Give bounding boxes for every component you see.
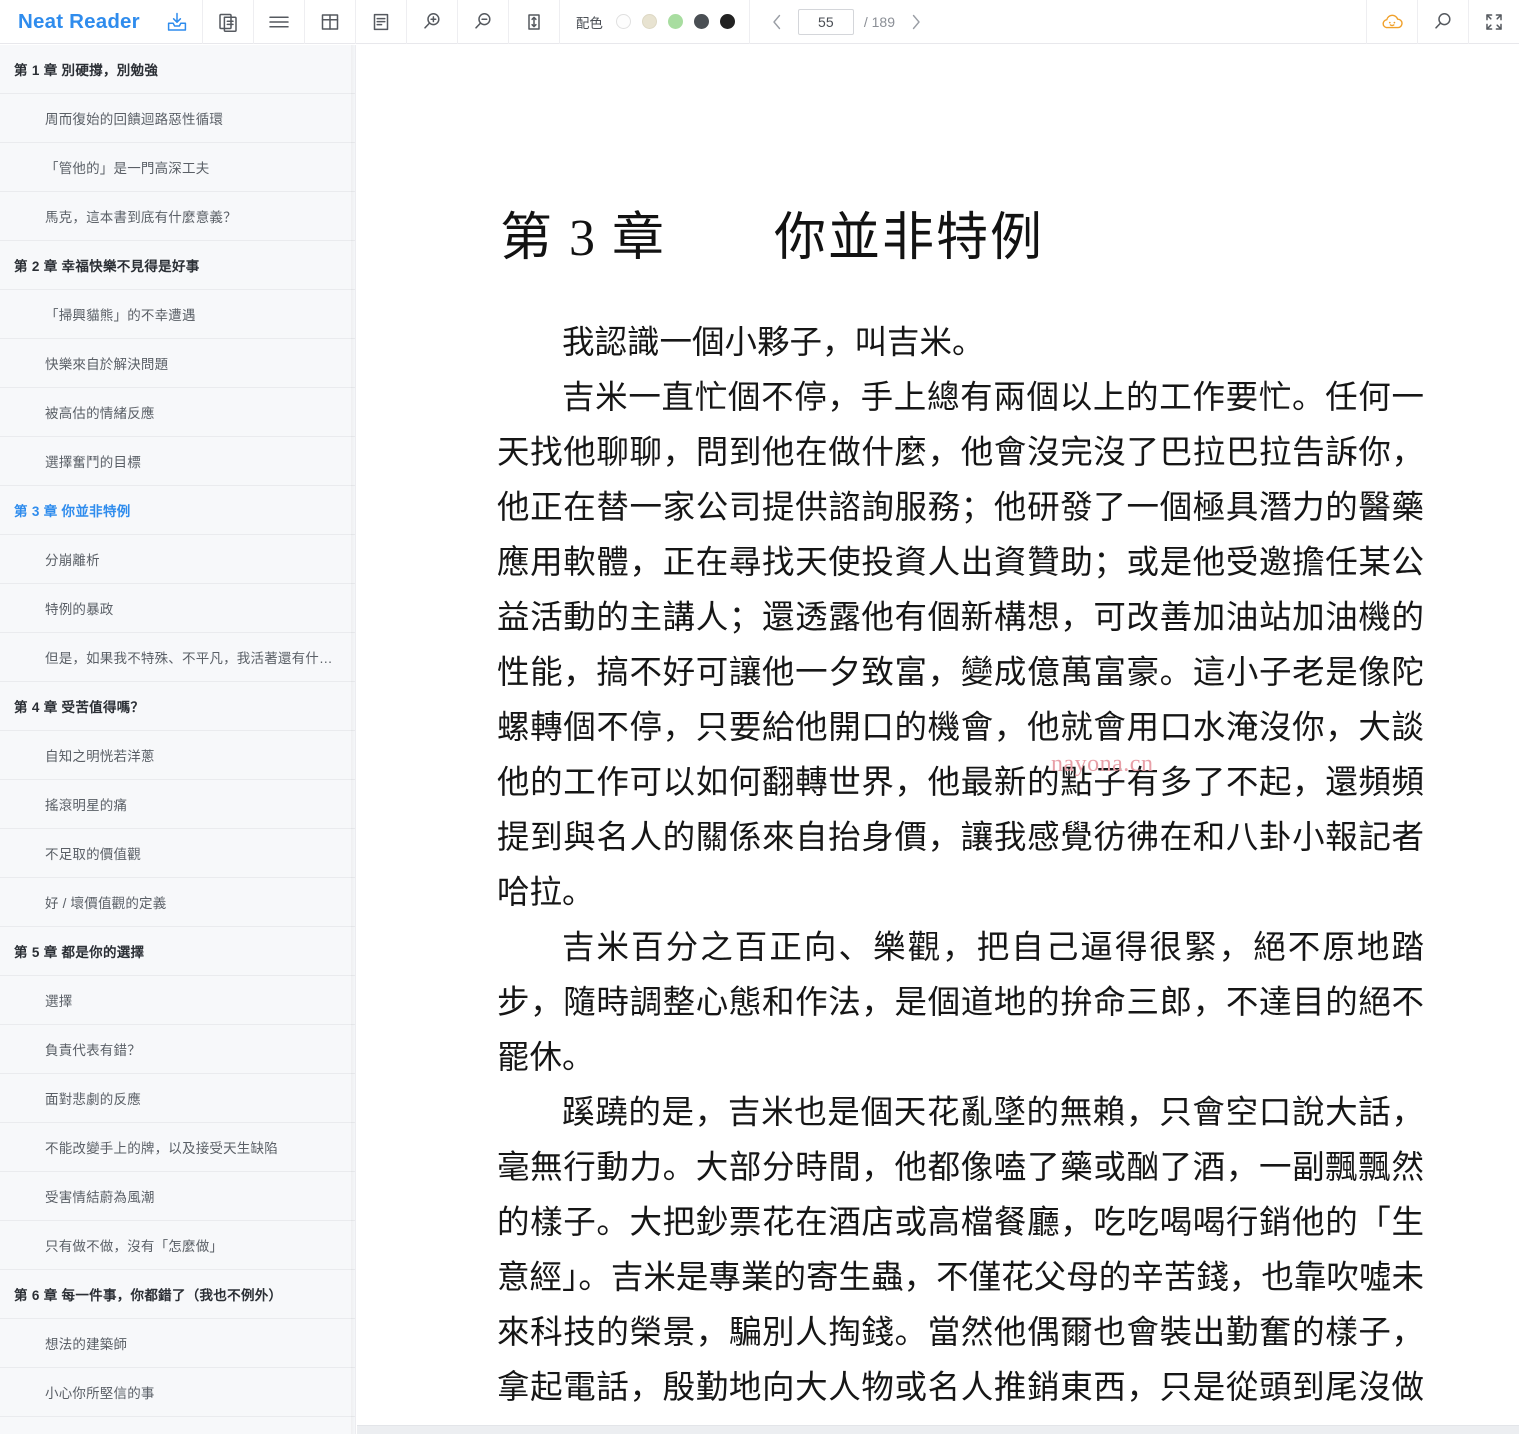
toc-item-label: 想法的建築師 — [45, 1337, 128, 1352]
scheme-white[interactable] — [615, 14, 631, 29]
toc-item-label: 快樂來自於解決問題 — [45, 357, 169, 372]
toc-item-label: 不能改變手上的牌，以及接受天生缺陷 — [45, 1141, 278, 1156]
body-paragraph: 我認識一個小夥子，叫吉米。 — [562, 325, 985, 361]
line-height-icon[interactable] — [509, 0, 559, 44]
toc-sub-item[interactable]: 負責代表有錯？ — [0, 1025, 355, 1074]
horizontal-scrollbar-track[interactable] — [357, 1425, 1519, 1434]
toc-sub-item[interactable]: 不足取的價值觀 — [0, 829, 355, 878]
scheme-dark-gray[interactable] — [693, 14, 709, 29]
color-scheme-label: 配色 — [575, 15, 603, 31]
toc-sub-item[interactable]: 想法的建築師 — [0, 1319, 355, 1368]
toc-sub-item[interactable]: 馬克，這本書到底有什麼意義？ — [0, 192, 355, 241]
total-pages-label: / 189 — [863, 13, 895, 30]
body-paragraph: 吉米一直忙個不停，手上總有兩個以上的工作要忙。任何一天找他聊聊，問到他在做什麼，… — [497, 380, 1424, 911]
toc-item-label: 不足取的價值觀 — [45, 847, 141, 862]
next-page-button[interactable] — [905, 9, 927, 35]
toc-sub-item[interactable]: 只有做不做，沒有「怎麼做」 — [0, 1221, 355, 1270]
toc-item-label: 只有做不做，沒有「怎麼做」 — [45, 1239, 224, 1254]
toc-item-label: 周而復始的回饋迴路惡性循環 — [45, 112, 224, 127]
app-title: Neat Reader — [18, 9, 140, 33]
zoom-in-icon[interactable] — [407, 0, 457, 44]
toc-sub-item[interactable]: 小心你所堅信的事 — [0, 1368, 355, 1417]
toc-item-label: 負責代表有錯？ — [45, 1043, 141, 1058]
zoom-out-icon[interactable] — [458, 0, 508, 44]
toc-item-label: 被高估的情緒反應 — [45, 406, 155, 421]
toc-chapter-item[interactable]: 第 3 章 你並非特例 — [0, 486, 355, 535]
table-of-contents-sidebar[interactable]: 第 1 章 別硬撐，別勉強周而復始的回饋迴路惡性循環 「管他的」是一門高深工夫馬克… — [0, 45, 356, 1434]
toc-sub-item[interactable]: 特例的暴政 — [0, 584, 355, 633]
toc-item-label: 特例的暴政 — [45, 602, 114, 617]
scheme-cream[interactable] — [641, 14, 657, 29]
color-scheme-picker: 配色 — [560, 0, 749, 44]
toc-sub-item[interactable]: 自知之明恍若洋蔥 — [0, 731, 355, 780]
toc-item-label: 好 / 壞價值觀的定義 — [45, 896, 167, 911]
toc-chapter-item[interactable]: 第 1 章 別硬撐，別勉強 — [0, 45, 355, 94]
scheme-green[interactable] — [667, 14, 683, 29]
copy-pages-icon[interactable] — [203, 0, 253, 44]
toc-item-label: 搖滾明星的痛 — [45, 798, 128, 813]
toc-sub-item[interactable]: 快樂來自於解決問題 — [0, 339, 355, 388]
toc-chapter-item[interactable]: 第 2 章 幸福快樂不見得是好事 — [0, 241, 355, 290]
toc-item-label: 第 3 章 你並非特例 — [14, 504, 131, 519]
toc-item-label: 第 5 章 都是你的選擇 — [14, 945, 145, 960]
toc-item-label: 第 2 章 幸福快樂不見得是好事 — [14, 259, 200, 274]
toc-item-label: 但是，如果我不特殊、不平凡，我活著還有什麼意義？ — [45, 651, 334, 666]
toc-sub-item[interactable]: 面對悲劇的反應 — [0, 1074, 355, 1123]
prev-page-button[interactable] — [766, 9, 788, 35]
toc-sub-item[interactable]: 但是，如果我不特殊、不平凡，我活著還有什麼意義？ — [0, 633, 355, 682]
toc-item-label: 受害情結蔚為風潮 — [45, 1190, 155, 1205]
grid-layout-icon[interactable] — [305, 0, 355, 44]
book-page: 第 3 章 你並非特例 我認識一個小夥子，叫吉米。吉米一直忙個不停，手上總有兩個… — [357, 45, 1519, 1425]
toc-sub-item[interactable]: 選擇 — [0, 976, 355, 1025]
toc-chapter-item[interactable]: 第 6 章 每一件事，你都錯了（我也不例外） — [0, 1270, 355, 1319]
toc-sub-item[interactable]: 搖滾明星的痛 — [0, 780, 355, 829]
menu-list-icon[interactable] — [254, 0, 304, 44]
toc-item-label: 選擇奮鬥的目標 — [45, 455, 141, 470]
fullscreen-icon[interactable] — [1469, 0, 1519, 44]
body-paragraph: 蹊蹺的是，吉米也是個天花亂墜的無賴，只會空口說大話，毫無行動力。大部分時間，他都… — [497, 1095, 1424, 1406]
toc-sub-item[interactable]: 受害情結蔚為風潮 — [0, 1172, 355, 1221]
toc-sub-item[interactable]: 被高估的情緒反應 — [0, 388, 355, 437]
body-paragraph: 吉米百分之百正向、樂觀，把自己逼得很緊，絕不原地踏步，隨時調整心態和作法，是個道… — [497, 930, 1424, 1076]
toc-sub-item[interactable]: 不能改變手上的牌，以及接受天生缺陷 — [0, 1123, 355, 1172]
toc-item-label: 第 6 章 每一件事，你都錯了（我也不例外） — [14, 1288, 283, 1303]
page-navigator: / 189 — [750, 0, 943, 44]
toc-item-label: 第 1 章 別硬撐，別勉強 — [14, 63, 159, 78]
toc-chapter-item[interactable]: 第 4 章 受苦值得嗎？ — [0, 682, 355, 731]
top-toolbar: Neat Reader 配色 55 / 189 — [0, 0, 1519, 44]
chapter-body: 我認識一個小夥子，叫吉米。吉米一直忙個不停，手上總有兩個以上的工作要忙。任何一天… — [357, 316, 1519, 1425]
toc-sub-item[interactable]: 好 / 壞價值觀的定義 — [0, 878, 355, 927]
toc-item-label: 小心你所堅信的事 — [45, 1386, 155, 1401]
toc-item-label: 選擇 — [45, 994, 73, 1009]
toc-sub-item[interactable]: 「掃興貓熊」的不幸遭遇 — [0, 290, 355, 339]
toc-sub-item[interactable]: 分崩離析 — [0, 535, 355, 584]
toc-sub-item[interactable]: 「管他的」是一門高深工夫 — [0, 143, 355, 192]
chapter-title: 第 3 章 你並非特例 — [500, 210, 1045, 267]
reader-content-area[interactable]: 第 3 章 你並非特例 我認識一個小夥子，叫吉米。吉米一直忙個不停，手上總有兩個… — [357, 45, 1519, 1425]
toc-sub-item[interactable]: 周而復始的回饋迴路惡性循環 — [0, 94, 355, 143]
toc-sub-item[interactable]: 選擇奮鬥的目標 — [0, 437, 355, 486]
toc-chapter-item[interactable]: 第 5 章 都是你的選擇 — [0, 927, 355, 976]
app-brand: Neat Reader — [0, 0, 152, 44]
toc-item-label: 馬克，這本書到底有什麼意義？ — [45, 210, 237, 225]
toc-item-label: 「管他的」是一門高深工夫 — [45, 161, 210, 176]
toc-item-label: 面對悲劇的反應 — [45, 1092, 141, 1107]
toc-item-label: 分崩離析 — [45, 553, 100, 568]
toc-item-label: 「掃興貓熊」的不幸遭遇 — [45, 308, 196, 323]
scheme-black[interactable] — [719, 14, 735, 29]
toc-item-label: 自知之明恍若洋蔥 — [45, 749, 155, 764]
toc-item-label: 第 4 章 受苦值得嗎？ — [14, 700, 145, 715]
page-number-input[interactable] — [797, 8, 854, 35]
search-icon[interactable] — [1418, 0, 1468, 44]
import-book-icon[interactable] — [152, 0, 202, 44]
cloud-sync-icon[interactable] — [1367, 0, 1417, 44]
toc-list: 第 1 章 別硬撐，別勉強周而復始的回饋迴路惡性循環 「管他的」是一門高深工夫馬克… — [0, 45, 355, 1417]
notes-icon[interactable] — [356, 0, 406, 44]
